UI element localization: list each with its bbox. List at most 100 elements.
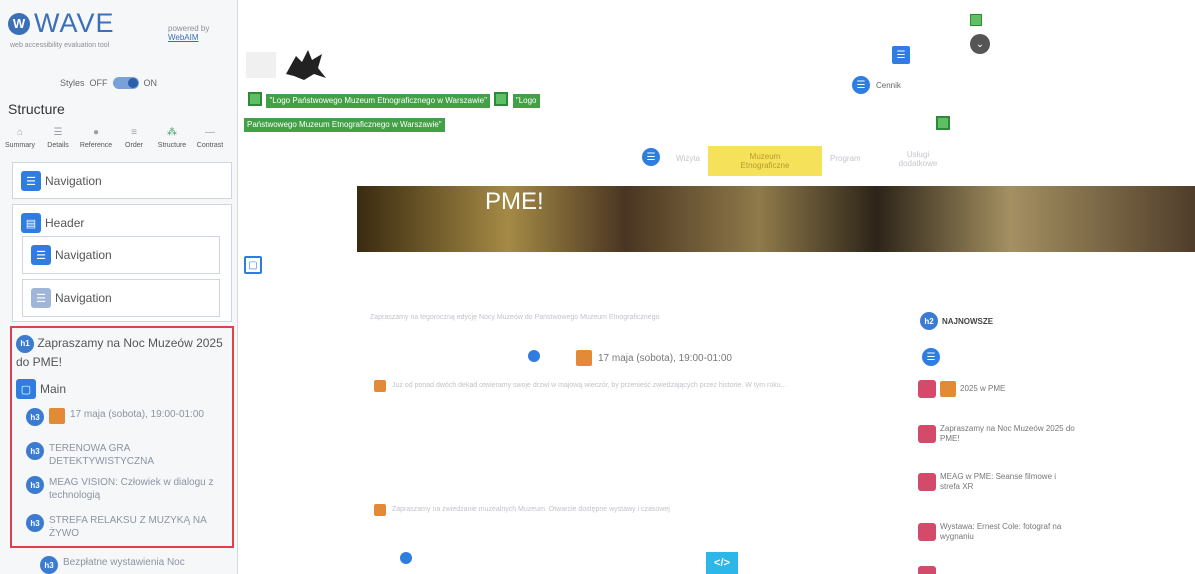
tab-reference-label: Reference xyxy=(79,142,113,149)
structure-row: ☰ Navigation xyxy=(31,245,211,265)
nav-item-uslugi[interactable]: Usługi dodatkowe xyxy=(888,150,948,168)
h3-icon: h3 xyxy=(26,442,44,460)
site-page: "Logo Państwowego Muzeum Etnograficznego… xyxy=(240,0,1195,574)
h3-item[interactable]: h3 TERENOWA GRA DETEKTYWISTYCZNA xyxy=(26,442,226,468)
list-icon: ☰ xyxy=(642,148,660,166)
main-item[interactable]: ▢ Main xyxy=(16,379,66,399)
header-icon: ▤ xyxy=(21,213,41,233)
latest-item-label: MEAG w PME: Seanse filmowe i strefa XR xyxy=(940,472,1057,491)
tab-structure[interactable]: ⁂ Structure xyxy=(154,127,190,150)
styles-toggle-row: Styles OFF ON xyxy=(60,77,157,89)
alert-icon xyxy=(49,408,65,424)
latest-item-label: 2025 w PME xyxy=(960,384,1006,393)
wave-logo-text: WAVE xyxy=(34,8,115,38)
latest-item[interactable]: Zapraszamy na Noc Muzeów 2025 do PME! xyxy=(918,424,1078,444)
image-alt-icon xyxy=(248,91,262,106)
latest-item-label: Wystawa: Ernest Cole: fotograf na wygnan… xyxy=(940,522,1062,541)
nav-item-wizyta[interactable]: Wizyta xyxy=(676,154,700,163)
main-label: Main xyxy=(40,382,67,396)
latest-heading-text: NAJNOWSZE xyxy=(942,316,994,326)
wave-tab-bar: ⌂ Summary ☰ Details ● Reference ≡ Order ⁂ Str… xyxy=(2,127,228,150)
structure-row: ▤ Header xyxy=(21,213,223,233)
tab-order-label: Order xyxy=(125,142,143,149)
nav-item-muzeum[interactable]: Muzeum Etnograficzne xyxy=(708,146,822,176)
styles-toggle[interactable] xyxy=(112,77,139,89)
navigation-label: Navigation xyxy=(55,291,112,305)
link-icon xyxy=(918,566,936,574)
tab-summary[interactable]: ⌂ Summary xyxy=(2,127,38,150)
structure-row: ☰ Navigation xyxy=(21,171,223,191)
logo-alt-text-3[interactable]: Państwowego Muzeum Etnograficznego w War… xyxy=(244,118,445,132)
list-icon: ☰ xyxy=(852,76,870,94)
webaim-link[interactable]: WebAIM xyxy=(168,33,209,42)
h3-icon: h3 xyxy=(26,514,44,532)
navigation-region-icon: ☰ xyxy=(892,46,910,64)
h3-item[interactable]: h3 Bezpłatne wystawienia Noc xyxy=(40,556,240,574)
tab-contrast[interactable]: — Contrast xyxy=(192,127,228,150)
h3-item[interactable]: h3 STREFA RELAKSU Z MUZYKĄ NA ŻYWO xyxy=(26,514,226,540)
h3-label: MEAG VISION: Człowiek w dialogu z techno… xyxy=(49,477,214,501)
chevron-down-icon[interactable]: ⌄ xyxy=(970,34,990,54)
latest-item[interactable]: MEAG w PME: Seanse filmowe i strefa XR xyxy=(918,472,1078,492)
latest-heading: h2 NAJNOWSZE xyxy=(920,312,993,330)
styles-label: Styles xyxy=(60,78,85,88)
h3-label: 17 maja (sobota), 19:00-01:00 xyxy=(70,409,204,420)
navigation-icon: ☰ xyxy=(31,245,51,265)
navigation-label: Navigation xyxy=(45,174,102,188)
nav-item-program[interactable]: Program xyxy=(830,154,861,163)
logo-alt-text-1[interactable]: "Logo Państwowego Muzeum Etnograficznego… xyxy=(266,94,490,108)
structure-header-navigation[interactable]: ☰ Navigation xyxy=(22,236,220,274)
navigation-icon: ☰ xyxy=(21,171,41,191)
order-icon: ≡ xyxy=(131,127,137,138)
image-alt-icon xyxy=(970,14,982,26)
main-icon: ▢ xyxy=(16,379,36,399)
powered-by-label: powered by xyxy=(168,24,210,33)
latest-item[interactable]: Wystawa: Ernest Cole: fotograf na wygnan… xyxy=(918,522,1078,542)
alert-icon xyxy=(576,350,592,366)
tab-contrast-label: Contrast xyxy=(196,142,224,149)
hero-banner: PME! xyxy=(357,186,1195,252)
alert-icon xyxy=(374,504,386,516)
pegasus-logo[interactable] xyxy=(282,44,330,84)
wave-subtitle: web accessibility evaluation tool xyxy=(10,42,110,49)
h2-icon: h2 xyxy=(920,312,938,330)
date-text: 17 maja (sobota), 19:00-01:00 xyxy=(598,352,732,364)
intro-text: Zapraszamy na tegoroczną edycję Nocy Muz… xyxy=(370,314,660,321)
h3-item[interactable]: h3 17 maja (sobota), 19:00-01:00 xyxy=(26,408,226,426)
body-paragraph: Już od ponad dwóch dekad otwieramy swoje… xyxy=(374,380,904,392)
reference-icon: ● xyxy=(92,127,100,138)
latest-item[interactable]: 2025 w PME xyxy=(918,380,1078,398)
contrast-icon: — xyxy=(205,127,215,138)
h3-item[interactable]: h3 MEAG VISION: Człowiek w dialogu z tec… xyxy=(26,476,226,502)
details-icon: ☰ xyxy=(53,127,63,138)
code-icon[interactable]: </> xyxy=(706,552,738,574)
main-region-icon: ▢ xyxy=(244,256,262,274)
link-icon xyxy=(918,473,936,491)
tab-reference[interactable]: ● Reference xyxy=(78,127,114,150)
wave-brand[interactable]: W WAVE xyxy=(8,8,115,39)
h3-icon: h3 xyxy=(40,556,58,574)
tab-details[interactable]: ☰ Details xyxy=(40,127,76,150)
tab-order[interactable]: ≡ Order xyxy=(116,127,152,150)
cennik-link[interactable]: Cennik xyxy=(876,81,901,90)
home-icon: ⌂ xyxy=(16,127,24,138)
tab-structure-label: Structure xyxy=(157,142,187,149)
hero-title: PME! xyxy=(485,188,544,215)
structure-header-navigation-2[interactable]: ☰ Navigation xyxy=(22,279,220,317)
navigation-label: Navigation xyxy=(55,248,112,262)
logo-alt-row-2: Państwowego Muzeum Etnograficznego w War… xyxy=(244,114,445,132)
structure-icon: ⁂ xyxy=(167,127,177,138)
logo-alt-text-2[interactable]: "Logo xyxy=(512,94,540,108)
h3-label: Bezpłatne wystawienia Noc xyxy=(63,557,185,568)
list-icon: ☰ xyxy=(922,348,940,366)
structure-row: ☰ Navigation xyxy=(31,288,211,308)
body-text: Już od ponad dwóch dekad otwieramy swoje… xyxy=(392,382,787,389)
logo-alt-row: "Logo Państwowego Muzeum Etnograficznego… xyxy=(248,90,608,108)
structure-navigation[interactable]: ☰ Navigation xyxy=(12,162,232,199)
header-label: Header xyxy=(45,216,85,230)
list-icon xyxy=(528,350,540,362)
image-alt-icon xyxy=(936,116,950,130)
h1-item[interactable]: h1 Zapraszamy na Noc Muzeów 2025 do PME! xyxy=(16,334,228,371)
h3-label: STREFA RELAKSU Z MUZYKĄ NA ŻYWO xyxy=(49,515,207,539)
link-icon xyxy=(918,380,936,398)
